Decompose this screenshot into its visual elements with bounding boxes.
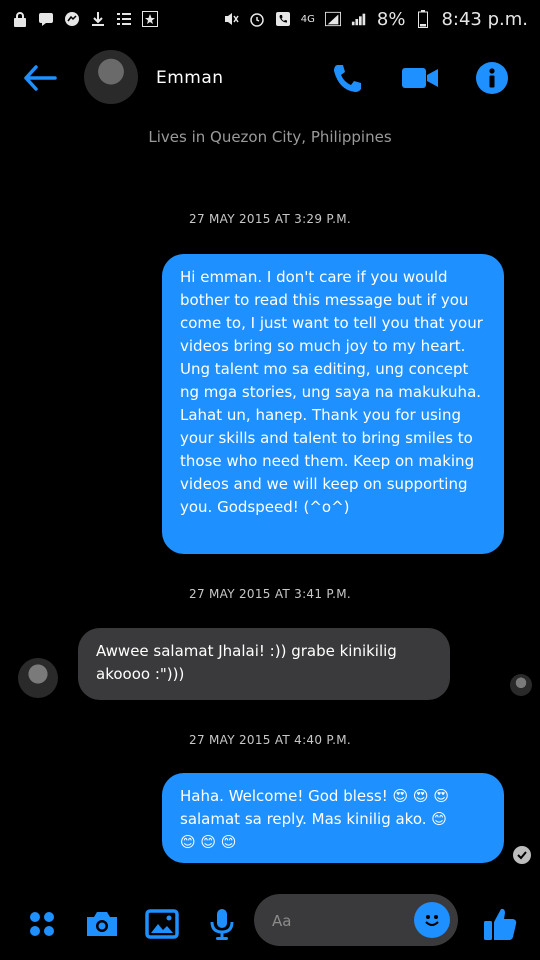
contact-name[interactable]: Emman (156, 68, 224, 88)
phone-icon (334, 65, 361, 92)
more-actions-button[interactable] (20, 902, 64, 946)
info-button[interactable] (472, 58, 512, 98)
clock: 8:43 p.m. (441, 8, 528, 30)
incoming-message[interactable]: Awwee salamat Jhalai! :)) grabe kinikili… (78, 628, 450, 700)
outgoing-message[interactable]: Hi emman. I don't care if you would both… (162, 254, 504, 554)
lock-icon (12, 11, 28, 27)
info-icon (476, 62, 508, 94)
message-line: 😊 😊 😊 (180, 833, 237, 851)
chat-bubble-icon (38, 11, 54, 27)
list-icon (116, 11, 132, 27)
camera-icon (87, 912, 117, 936)
video-call-button[interactable] (400, 58, 440, 98)
microphone-icon (210, 909, 234, 940)
messenger-icon (64, 11, 80, 27)
outgoing-message[interactable]: Haha. Welcome! God bless! 😍 😍 😍 salamat … (162, 773, 504, 863)
voice-call-button[interactable] (328, 58, 368, 98)
message-input-container[interactable] (254, 894, 458, 946)
read-receipt-avatar (510, 674, 532, 696)
image-icon (145, 909, 179, 939)
contact-avatar[interactable] (84, 50, 138, 104)
download-icon (90, 11, 106, 27)
back-button[interactable] (22, 64, 58, 92)
status-bar: 4G 8% 8:43 p.m. (0, 0, 540, 38)
camera-button[interactable] (80, 902, 124, 946)
smiley-icon (420, 908, 444, 932)
sender-avatar[interactable] (18, 658, 58, 698)
message-line: Haha. Welcome! God bless! 😍 😍 😍 (180, 787, 449, 805)
video-camera-icon (402, 68, 438, 88)
gallery-button[interactable] (140, 902, 184, 946)
signal-icon (324, 11, 341, 27)
network-type: 4G (300, 13, 315, 25)
like-button[interactable] (478, 902, 522, 946)
message-input[interactable] (270, 908, 414, 934)
status-bar-system: 4G 8% 8:43 p.m. (223, 9, 528, 30)
profile-info: Lives in Quezon City, Philippines (0, 128, 540, 146)
voice-message-button[interactable] (200, 902, 244, 946)
grid-dots-icon (30, 912, 54, 936)
location-text: Lives in Quezon City, Philippines (148, 128, 392, 146)
delivered-check-icon (513, 846, 531, 864)
message-timestamp: 27 MAY 2015 AT 3:41 P.M. (189, 587, 351, 601)
mute-icon (223, 11, 239, 27)
alarm-icon (249, 11, 265, 27)
conversation-header: Emman (0, 38, 540, 120)
battery-percent: 8% (376, 8, 406, 30)
message-line: salamat sa reply. Mas kinilig ako. 😊 (180, 810, 447, 828)
phone-status-icon (275, 11, 291, 27)
emoji-button[interactable] (414, 902, 450, 938)
signal-bars-icon (351, 11, 367, 27)
battery-icon (415, 10, 431, 28)
message-timestamp: 27 MAY 2015 AT 4:40 P.M. (189, 733, 351, 747)
back-arrow-icon (24, 65, 57, 91)
message-timestamp: 27 MAY 2015 AT 3:29 P.M. (189, 212, 351, 226)
thumbs-up-icon (484, 908, 517, 940)
status-bar-notifications (12, 11, 158, 27)
star-badge-icon (142, 11, 158, 27)
